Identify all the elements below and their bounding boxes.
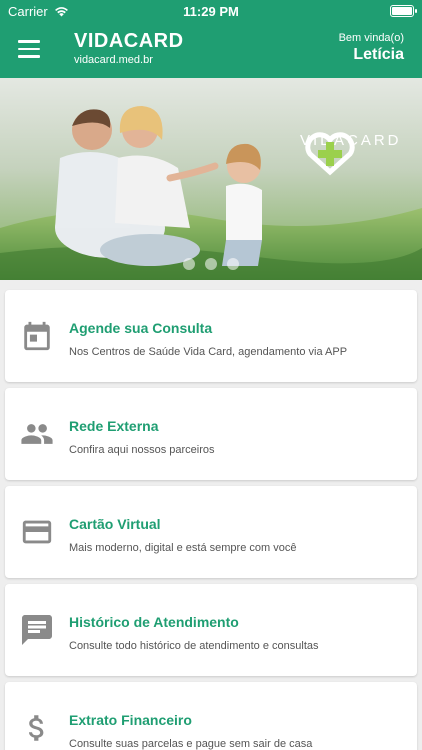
menu-item-extrato-financeiro[interactable]: Extrato Financeiro Consulte suas parcela… (5, 682, 417, 750)
brand: VIDACARD vidacard.med.br (74, 30, 184, 66)
status-bar: Carrier 11:29 PM (0, 0, 422, 22)
menu-item-title: Agende sua Consulta (69, 320, 213, 336)
credit-card-icon (17, 514, 57, 550)
chat-icon (17, 612, 57, 648)
brand-site: vidacard.med.br (74, 54, 153, 66)
brand-title: VIDACARD (74, 30, 184, 52)
menu-item-agende-consulta[interactable]: Agende sua Consulta Nos Centros de Saúde… (5, 290, 417, 382)
app-header: VIDACARD vidacard.med.br Bem vinda(o) Le… (0, 22, 422, 78)
menu-item-description: Confira aqui nossos parceiros (69, 444, 215, 456)
calendar-icon (17, 318, 57, 354)
menu-item-description: Nos Centros de Saúde Vida Card, agendame… (69, 346, 348, 358)
user-greeting: Bem vinda(o) Letícia (339, 32, 404, 64)
menu-item-title: Histórico de Atendimento (69, 614, 239, 630)
banner-family-photo (0, 78, 422, 280)
hamburger-menu-icon[interactable] (18, 40, 40, 58)
menu-item-description: Consulte todo histórico de atendimento e… (69, 640, 319, 652)
status-time: 11:29 PM (183, 4, 239, 19)
menu-item-historico-atendimento[interactable]: Histórico de Atendimento Consulte todo h… (5, 584, 417, 676)
menu-item-cartao-virtual[interactable]: Cartão Virtual Mais moderno, digital e e… (5, 486, 417, 578)
carousel-dot[interactable] (183, 258, 195, 270)
welcome-label: Bem vinda(o) (338, 32, 404, 44)
battery-icon (390, 5, 417, 17)
carousel-dots (0, 258, 422, 270)
vidacard-logo-icon (305, 132, 355, 176)
menu-item-title: Cartão Virtual (69, 516, 161, 532)
menu-item-rede-externa[interactable]: Rede Externa Confira aqui nossos parceir… (5, 388, 417, 480)
user-name: Letícia (353, 46, 404, 63)
people-icon (17, 416, 57, 452)
menu-item-title: Extrato Financeiro (69, 712, 192, 728)
menu-item-title: Rede Externa (69, 418, 159, 434)
banner-carousel[interactable]: VIDACARD (0, 78, 422, 280)
menu-item-description: Consulte suas parcelas e pague sem sair … (69, 738, 313, 750)
carousel-dot[interactable] (227, 258, 239, 270)
menu-item-description: Mais moderno, digital e está sempre com … (69, 542, 297, 554)
dollar-icon (17, 710, 57, 746)
carousel-dot[interactable] (205, 258, 217, 270)
vidacard-banner-logo: VIDACARD (300, 130, 399, 176)
